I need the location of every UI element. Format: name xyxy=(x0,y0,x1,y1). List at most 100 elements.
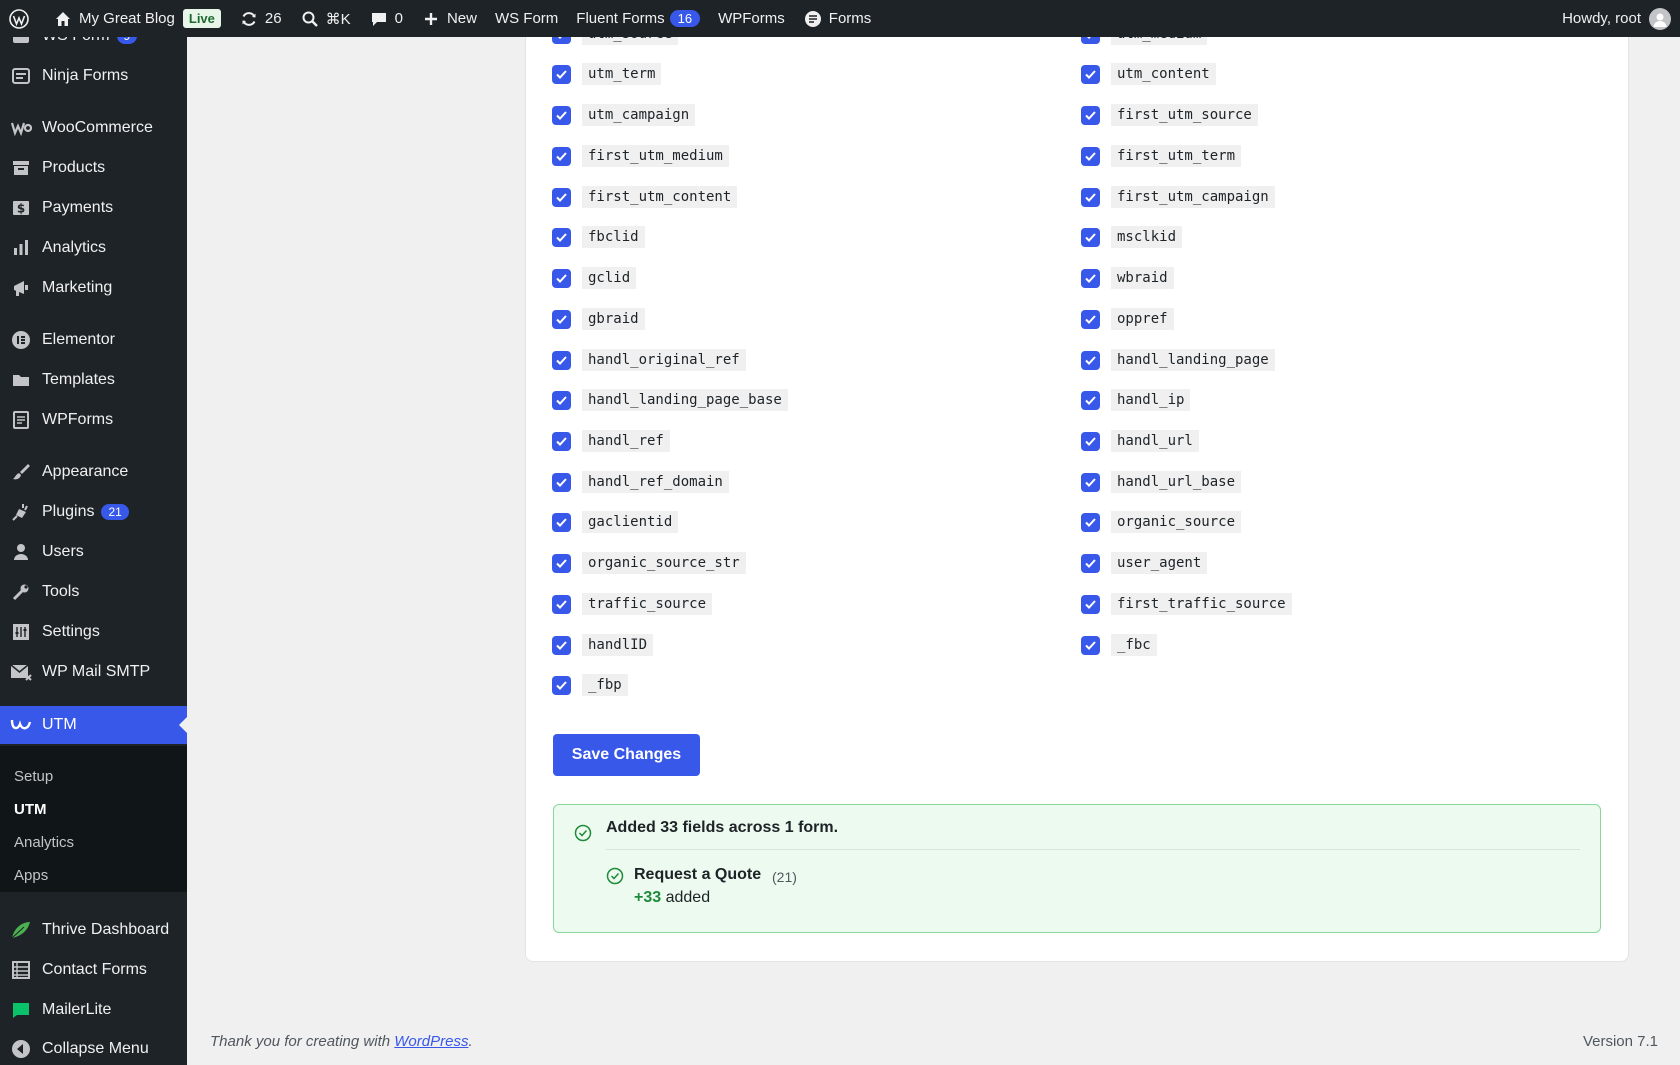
checkbox[interactable] xyxy=(1081,268,1100,288)
collapse-menu-button[interactable]: Collapse Menu xyxy=(0,1030,187,1065)
field-row[interactable]: handl_ref_domain xyxy=(552,468,729,496)
account-menu[interactable]: Howdy, root xyxy=(1553,0,1680,37)
field-row[interactable]: handl_original_ref xyxy=(552,346,746,374)
sidebar-item-mailerlite[interactable]: MailerLite xyxy=(0,991,187,1029)
sidebar-item-thrive-dashboard[interactable]: Thrive Dashboard xyxy=(0,911,187,949)
field-row[interactable]: handl_url_base xyxy=(1081,468,1242,496)
submenu-item-analytics[interactable]: Analytics xyxy=(14,834,74,851)
checkbox[interactable] xyxy=(552,227,571,247)
sidebar-item-tools[interactable]: Tools xyxy=(0,573,187,611)
field-row[interactable]: traffic_source xyxy=(552,590,713,618)
checkbox[interactable] xyxy=(1081,512,1100,532)
checkbox[interactable] xyxy=(1081,431,1100,451)
comments-menu[interactable]: 0 xyxy=(360,0,412,37)
field-row[interactable]: handl_landing_page_base xyxy=(552,386,788,414)
sidebar-item-elementor[interactable]: Elementor xyxy=(0,321,187,359)
field-row[interactable]: utm_content xyxy=(1081,60,1216,88)
field-row[interactable]: organic_source_str xyxy=(552,549,746,577)
field-row[interactable]: first_utm_campaign xyxy=(1081,183,1275,211)
sidebar-item-appearance[interactable]: Appearance xyxy=(0,453,187,491)
sidebar-item-settings[interactable]: Settings xyxy=(0,613,187,651)
field-row[interactable]: handlID xyxy=(552,631,654,659)
checkbox[interactable] xyxy=(552,268,571,288)
new-content-menu[interactable]: New xyxy=(412,0,486,37)
checkbox[interactable] xyxy=(552,635,571,655)
sidebar-item-marketing[interactable]: Marketing xyxy=(0,269,187,307)
ws-form-menu[interactable]: WS Form xyxy=(486,0,567,37)
checkbox[interactable] xyxy=(1081,187,1100,207)
field-row[interactable]: gaclientid xyxy=(552,508,679,536)
save-changes-button[interactable]: Save Changes xyxy=(553,734,700,776)
checkbox[interactable] xyxy=(552,309,571,329)
field-row[interactable]: utm_term xyxy=(552,60,662,88)
wp-logo-menu[interactable] xyxy=(0,0,44,37)
field-row[interactable]: handl_landing_page xyxy=(1081,346,1275,374)
checkbox[interactable] xyxy=(552,675,571,695)
checkbox[interactable] xyxy=(1081,227,1100,247)
checkbox[interactable] xyxy=(552,350,571,370)
field-row[interactable]: first_utm_medium xyxy=(552,142,729,170)
checkbox[interactable] xyxy=(1081,105,1100,125)
search-menu[interactable]: ⌘K xyxy=(291,0,360,37)
checkbox[interactable] xyxy=(552,594,571,614)
field-row[interactable]: _fbp xyxy=(552,671,628,699)
checkbox[interactable] xyxy=(1081,390,1100,410)
checkbox[interactable] xyxy=(552,431,571,451)
field-row[interactable]: _fbc xyxy=(1081,631,1157,659)
checkbox[interactable] xyxy=(552,512,571,532)
submenu-item-setup[interactable]: Setup xyxy=(14,768,53,785)
sidebar-item-payments[interactable]: $ Payments xyxy=(0,189,187,227)
checkbox[interactable] xyxy=(1081,594,1100,614)
field-row[interactable]: first_utm_source xyxy=(1081,101,1258,129)
sidebar-item-woocommerce[interactable]: WooCommerce xyxy=(0,109,187,147)
checkbox[interactable] xyxy=(1081,309,1100,329)
field-row[interactable]: handl_ref xyxy=(552,427,670,455)
field-row[interactable]: gbraid xyxy=(552,305,645,333)
field-row[interactable]: msclkid xyxy=(1081,223,1183,251)
field-row[interactable]: first_traffic_source xyxy=(1081,590,1292,618)
checkbox[interactable] xyxy=(552,472,571,492)
wordpress-link[interactable]: WordPress xyxy=(394,1033,468,1050)
wpforms-menu[interactable]: WPForms xyxy=(709,0,794,37)
sidebar-item-wp-mail-smtp[interactable]: WP Mail SMTP xyxy=(0,653,187,691)
checkbox[interactable] xyxy=(1081,472,1100,492)
field-row[interactable]: first_utm_content xyxy=(552,183,738,211)
sidebar-item-ninja-forms[interactable]: Ninja Forms xyxy=(0,57,187,95)
sidebar-item-ws-form[interactable]: WS Form 9 xyxy=(0,37,187,55)
site-name-menu[interactable]: My Great Blog Live xyxy=(44,0,230,37)
field-row[interactable]: wbraid xyxy=(1081,264,1174,292)
checkbox[interactable] xyxy=(1081,64,1100,84)
field-row[interactable]: oppref xyxy=(1081,305,1174,333)
sidebar-item-analytics[interactable]: Analytics xyxy=(0,229,187,267)
sidebar-item-utm[interactable]: UTM xyxy=(0,706,187,744)
field-row[interactable]: organic_source xyxy=(1081,508,1242,536)
checkbox[interactable] xyxy=(552,390,571,410)
field-row[interactable]: handl_url xyxy=(1081,427,1199,455)
sidebar-item-users[interactable]: Users xyxy=(0,533,187,571)
checkbox[interactable] xyxy=(552,187,571,207)
checkbox[interactable] xyxy=(1081,146,1100,166)
field-row[interactable]: fbclid xyxy=(552,223,645,251)
updates-menu[interactable]: 26 xyxy=(230,0,291,37)
sidebar-item-contact-forms[interactable]: Contact Forms xyxy=(0,951,187,989)
submenu-item-apps[interactable]: Apps xyxy=(14,867,48,884)
sidebar-item-wpforms[interactable]: WPForms xyxy=(0,401,187,439)
checkbox[interactable] xyxy=(552,146,571,166)
checkbox[interactable] xyxy=(1081,350,1100,370)
forms-menu[interactable]: Forms xyxy=(794,0,881,37)
field-row[interactable]: handl_ip xyxy=(1081,386,1191,414)
field-row[interactable]: utm_campaign xyxy=(552,101,696,129)
fluent-forms-menu[interactable]: Fluent Forms 16 xyxy=(567,0,709,37)
field-row[interactable]: user_agent xyxy=(1081,549,1208,577)
sidebar-item-plugins[interactable]: Plugins 21 xyxy=(0,493,187,531)
checkbox[interactable] xyxy=(1081,635,1100,655)
checkbox[interactable] xyxy=(552,105,571,125)
field-row[interactable]: first_utm_term xyxy=(1081,142,1242,170)
submenu-item-utm[interactable]: UTM xyxy=(14,801,47,818)
checkbox[interactable] xyxy=(1081,553,1100,573)
checkbox[interactable] xyxy=(552,64,571,84)
checkbox[interactable] xyxy=(552,553,571,573)
sidebar-item-templates[interactable]: Templates xyxy=(0,361,187,399)
sidebar-item-products[interactable]: Products xyxy=(0,149,187,187)
field-row[interactable]: gclid xyxy=(552,264,637,292)
